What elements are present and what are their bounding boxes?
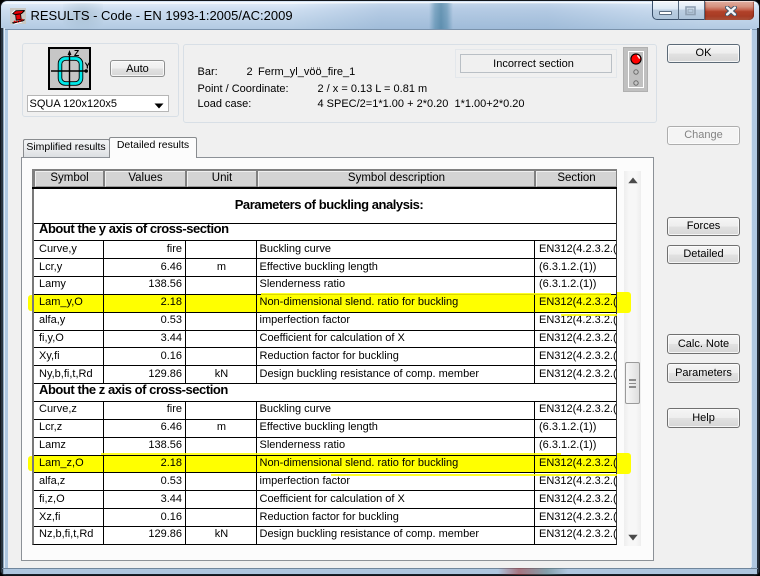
svg-text:Z: Z (74, 48, 79, 58)
svg-text:Y: Y (85, 61, 91, 71)
